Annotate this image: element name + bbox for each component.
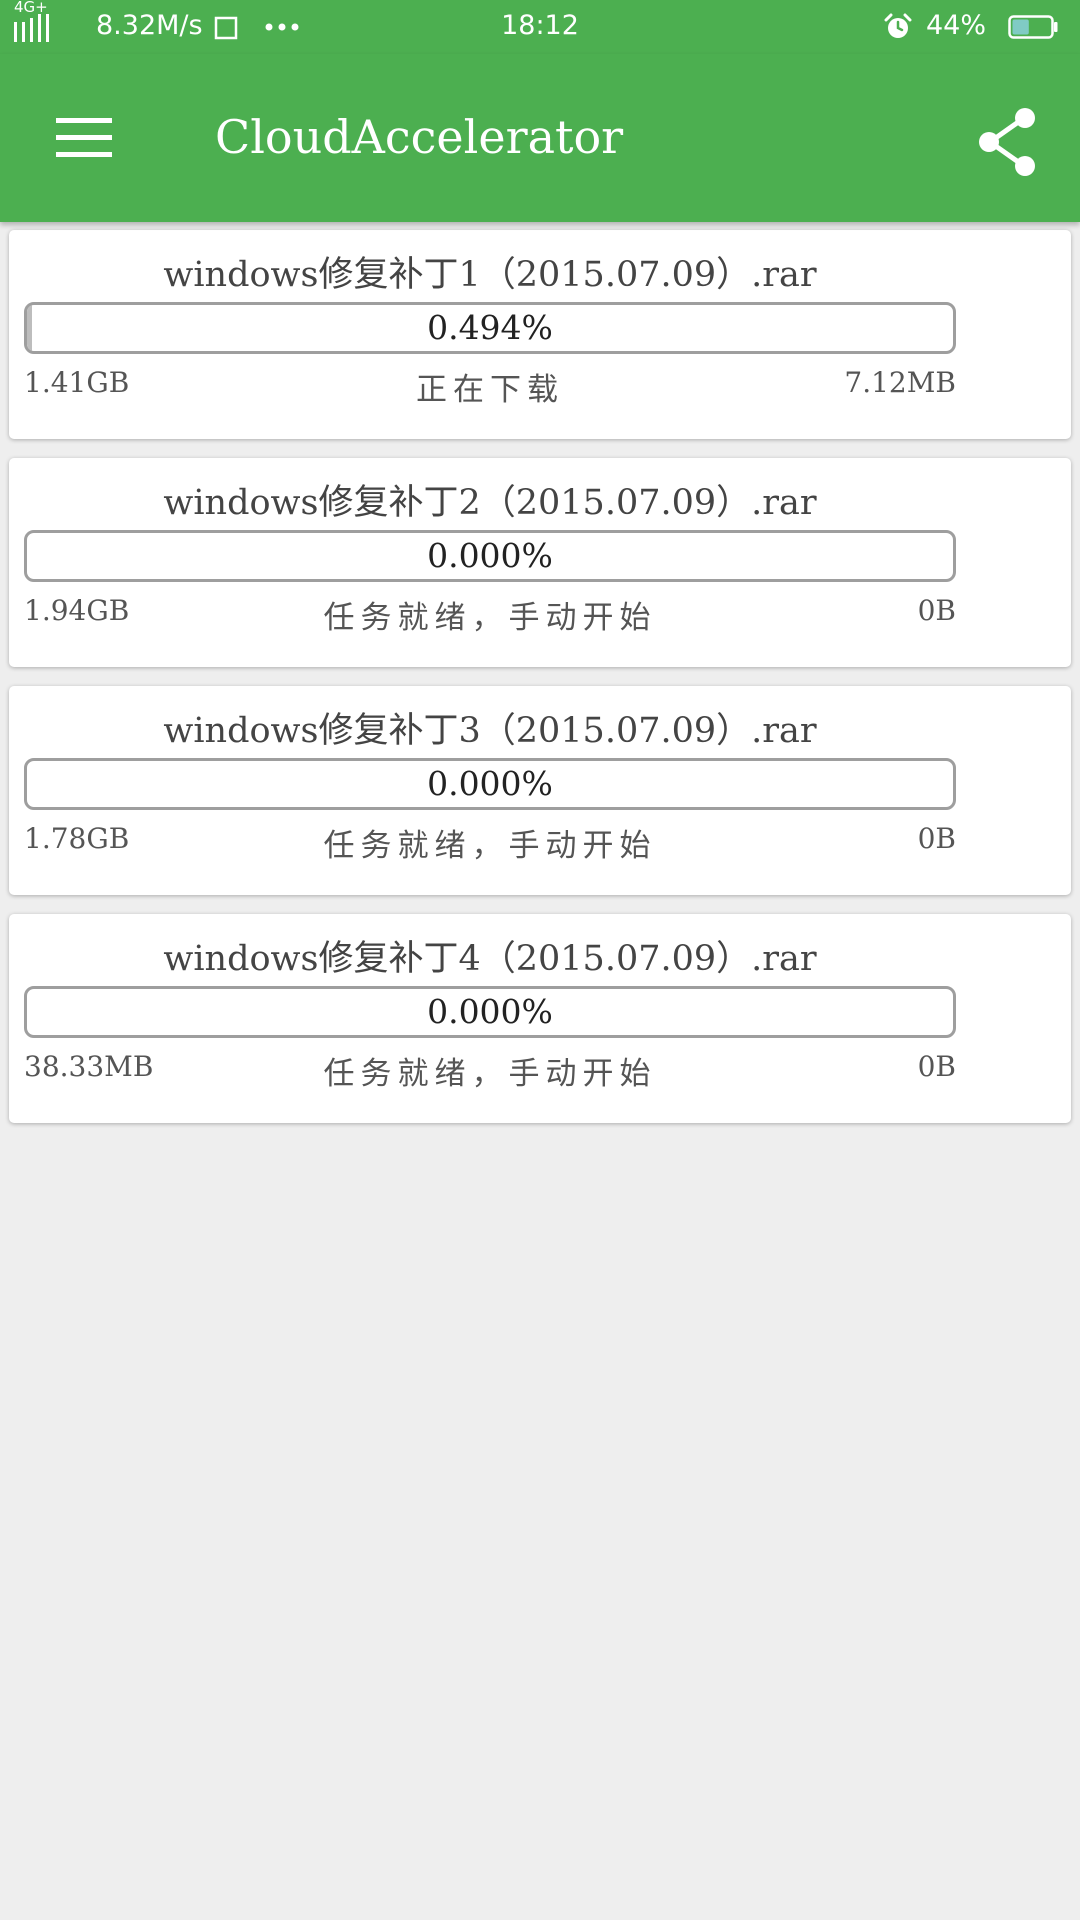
- download-card[interactable]: windows修复补丁4（2015.07.09）.rar 0.000% 38.3…: [9, 914, 1071, 1123]
- file-name: windows修复补丁2（2015.07.09）.rar: [163, 483, 817, 523]
- menu-button[interactable]: [40, 102, 130, 174]
- download-card[interactable]: windows修复补丁3（2015.07.09）.rar 0.000% 1.78…: [9, 686, 1071, 895]
- more-dots-icon: [265, 23, 299, 31]
- file-name: windows修复补丁3（2015.07.09）.rar: [163, 711, 817, 751]
- battery-percent: 44%: [926, 10, 987, 41]
- download-card[interactable]: windows修复补丁2（2015.07.09）.rar 0.000% 1.94…: [9, 458, 1071, 667]
- progress-percent: 0.000%: [427, 992, 553, 1031]
- download-card[interactable]: windows修复补丁1（2015.07.09）.rar 0.494% 1.41…: [9, 230, 1071, 439]
- downloaded-size: 0B: [917, 594, 956, 627]
- clock: 18:12: [501, 10, 579, 41]
- progress-percent: 0.000%: [427, 536, 553, 575]
- net-speed: 8.32M/s: [96, 10, 203, 41]
- progress-bar: 0.000%: [24, 986, 956, 1038]
- progress-bar: 0.494%: [24, 302, 956, 354]
- hamburger-menu-icon: [56, 118, 112, 157]
- file-name: windows修复补丁4（2015.07.09）.rar: [163, 939, 817, 979]
- status-bar: 4G+ 8.32M/s 18:12 44%: [0, 0, 1080, 54]
- downloaded-size: 7.12MB: [844, 366, 956, 399]
- progress-percent: 0.000%: [427, 764, 553, 803]
- signal-icon: [14, 14, 49, 42]
- share-icon: [979, 108, 1035, 176]
- file-name: windows修复补丁1（2015.07.09）.rar: [163, 255, 817, 295]
- app-bar: CloudAccelerator: [0, 54, 1080, 222]
- battery-icon: [1008, 15, 1058, 39]
- app-title: CloudAccelerator: [215, 110, 624, 164]
- progress-bar: 0.000%: [24, 758, 956, 810]
- share-button[interactable]: [970, 104, 1046, 180]
- progress-bar: 0.000%: [24, 530, 956, 582]
- progress-percent: 0.494%: [427, 308, 553, 347]
- downloaded-size: 0B: [917, 1050, 956, 1083]
- screenshot-icon: [214, 16, 238, 40]
- downloaded-size: 0B: [917, 822, 956, 855]
- alarm-icon: [884, 13, 912, 38]
